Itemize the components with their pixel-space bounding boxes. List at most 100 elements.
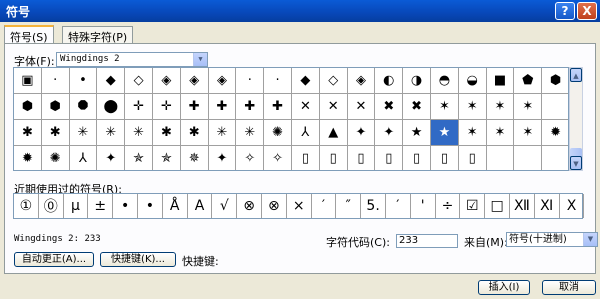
close-button[interactable]: X xyxy=(577,2,597,20)
symbol-cell[interactable]: ★ xyxy=(403,120,431,146)
symbol-cell[interactable]: · xyxy=(264,68,292,94)
symbol-cell[interactable]: ◇ xyxy=(319,68,348,94)
recent-symbol-cell[interactable]: ± xyxy=(88,194,114,218)
scroll-up-icon[interactable]: ▲ xyxy=(570,68,582,82)
symbol-cell[interactable]: ◐ xyxy=(375,68,404,94)
symbol-cell[interactable]: ✳ xyxy=(208,120,237,146)
scroll-down-icon[interactable]: ▼ xyxy=(570,156,582,170)
recent-symbol-cell[interactable]: A xyxy=(188,194,213,218)
symbol-cell[interactable]: ◈ xyxy=(180,68,209,94)
symbol-cell[interactable] xyxy=(514,146,543,170)
recent-symbol-cell[interactable]: • xyxy=(113,194,138,218)
symbol-cell[interactable]: ▯ xyxy=(292,146,320,170)
recent-symbol-cell[interactable]: μ xyxy=(64,194,89,218)
symbol-cell[interactable]: ✱ xyxy=(41,120,70,146)
symbol-cell[interactable]: ▯ xyxy=(431,146,459,170)
symbol-cell[interactable]: ✦ xyxy=(97,146,126,170)
symbol-cell[interactable]: ✵ xyxy=(181,146,209,170)
recent-symbol-cell[interactable]: 5. xyxy=(361,194,386,218)
symbol-cell[interactable]: ✚ xyxy=(180,94,209,120)
recent-symbol-cell[interactable]: Å xyxy=(163,194,188,218)
symbol-cell[interactable]: ✺ xyxy=(264,120,292,146)
symbol-cell[interactable]: ✱ xyxy=(180,120,209,146)
symbol-grid[interactable]: ▣ · • ◆ ◇ ◈ ◈ ◈ · · ◆ ◇ ◈ ◐ ◑ ◓ ◒ ■ ⬟ ⬢ ⬢ ⬢ ⯃ ⬤ ✛ ✛ ✚ ✚ ✚ ✚ ✕ ✕ ✕ ✖ ✖ ✶ ✶ ✶ ✶ ✱… xyxy=(13,67,569,171)
recent-symbol-cell[interactable]: ☑ xyxy=(460,194,486,218)
symbol-cell[interactable]: ⬤ xyxy=(97,94,126,120)
symbol-cell[interactable]: ▯ xyxy=(375,146,404,170)
symbol-cell[interactable]: ▯ xyxy=(320,146,348,170)
symbol-cell[interactable]: ★ xyxy=(431,120,459,146)
symbol-cell[interactable]: ■ xyxy=(486,68,515,94)
symbol-cell[interactable]: ◓ xyxy=(431,68,459,94)
symbol-cell[interactable]: ✳ xyxy=(236,120,265,146)
recent-symbol-cell[interactable]: ⊗ xyxy=(237,194,262,218)
recent-symbol-cell[interactable]: ⊗ xyxy=(262,194,287,218)
symbol-cell[interactable]: ✶ xyxy=(514,94,543,120)
symbol-cell[interactable]: ✶ xyxy=(486,120,515,146)
symbol-cell[interactable]: ✕ xyxy=(319,94,348,120)
symbol-cell[interactable]: ⬢ xyxy=(14,94,42,120)
symbol-cell[interactable]: ✶ xyxy=(431,94,459,120)
recent-symbol-cell[interactable]: √ xyxy=(212,194,238,218)
recent-symbol-cell[interactable]: □ xyxy=(485,194,510,218)
symbol-cell[interactable]: ⅄ xyxy=(70,146,98,170)
recent-symbol-cell[interactable]: ⓪ xyxy=(39,194,64,218)
symbol-cell[interactable]: ◆ xyxy=(97,68,126,94)
recent-symbol-cell[interactable]: ÷ xyxy=(436,194,461,218)
symbol-cell[interactable]: ✯ xyxy=(153,146,181,170)
recent-symbol-cell[interactable]: Ⅺ xyxy=(535,194,560,218)
symbol-cell[interactable]: ▲ xyxy=(319,120,348,146)
symbol-cell[interactable]: ▯ xyxy=(403,146,431,170)
symbol-cell[interactable]: ✶ xyxy=(486,94,515,120)
symbol-cell[interactable]: · xyxy=(41,68,70,94)
shortcut-key-button[interactable]: 快捷键(K)... xyxy=(100,252,176,267)
symbol-cell[interactable]: ▯ xyxy=(348,146,376,170)
symbol-cell[interactable]: ◆ xyxy=(292,68,320,94)
symbol-cell[interactable]: ✛ xyxy=(125,94,153,120)
symbol-cell[interactable]: ▯ xyxy=(459,146,487,170)
symbol-cell[interactable]: ⬢ xyxy=(41,94,70,120)
symbol-cell[interactable]: ◈ xyxy=(208,68,237,94)
recent-symbol-cell[interactable]: ' xyxy=(411,194,436,218)
symbol-cell[interactable]: ✱ xyxy=(14,120,42,146)
recent-symbols-grid[interactable]: ① ⓪ μ ± • • Å A √ ⊗ ⊗ × ′ ″ 5. ′ ' ÷ ☑ □ Ⅻ Ⅺ Ⅹ xyxy=(13,193,585,219)
symbol-cell[interactable]: ✱ xyxy=(153,120,181,146)
symbol-cell[interactable]: ✧ xyxy=(236,146,265,170)
recent-symbol-cell[interactable]: Ⅻ xyxy=(510,194,535,218)
symbol-cell[interactable]: ✶ xyxy=(458,94,487,120)
recent-symbol-cell[interactable]: Ⅹ xyxy=(560,194,585,218)
symbol-cell[interactable]: ✕ xyxy=(292,94,320,120)
recent-symbol-cell[interactable]: × xyxy=(287,194,312,218)
symbol-cell[interactable]: ✹ xyxy=(542,120,568,146)
symbol-cell[interactable]: · xyxy=(236,68,265,94)
cancel-button[interactable]: 取消 xyxy=(542,280,596,295)
recent-symbol-cell[interactable]: ′ xyxy=(386,194,411,218)
recent-symbol-cell[interactable]: ″ xyxy=(336,194,362,218)
symbol-cell[interactable] xyxy=(542,146,568,170)
symbol-cell[interactable]: ✚ xyxy=(236,94,265,120)
symbol-cell[interactable]: ✶ xyxy=(458,120,487,146)
symbol-cell[interactable]: ⬢ xyxy=(542,68,568,94)
symbol-cell[interactable]: ✚ xyxy=(208,94,237,120)
symbol-cell[interactable]: ⬟ xyxy=(514,68,543,94)
symbol-cell[interactable]: ✹ xyxy=(14,146,42,170)
symbol-cell[interactable]: ⅄ xyxy=(292,120,320,146)
symbol-cell[interactable]: ✧ xyxy=(264,146,292,170)
symbol-cell[interactable]: ✳ xyxy=(97,120,126,146)
from-select[interactable]: 符号(十进制) ▼ xyxy=(506,232,598,247)
symbol-cell[interactable]: ▣ xyxy=(14,68,42,94)
symbol-cell[interactable]: ✚ xyxy=(264,94,292,120)
symbol-cell[interactable]: ✦ xyxy=(209,146,237,170)
symbol-grid-scrollbar[interactable]: ▲ ▼ xyxy=(569,67,583,171)
symbol-cell[interactable]: ✳ xyxy=(69,120,98,146)
symbol-cell[interactable]: ✖ xyxy=(375,94,404,120)
tab-special-characters[interactable]: 特殊字符(P) xyxy=(62,26,134,44)
symbol-cell[interactable]: ✕ xyxy=(347,94,376,120)
char-code-input[interactable]: 233 xyxy=(396,234,458,248)
chevron-down-icon[interactable]: ▼ xyxy=(193,53,207,66)
recent-symbol-cell[interactable]: ① xyxy=(14,194,39,218)
chevron-down-icon[interactable]: ▼ xyxy=(583,233,597,246)
autocorrect-button[interactable]: 自动更正(A)... xyxy=(14,252,94,267)
symbol-cell[interactable]: • xyxy=(69,68,98,94)
font-select[interactable]: Wingdings 2 ▼ xyxy=(56,52,208,67)
